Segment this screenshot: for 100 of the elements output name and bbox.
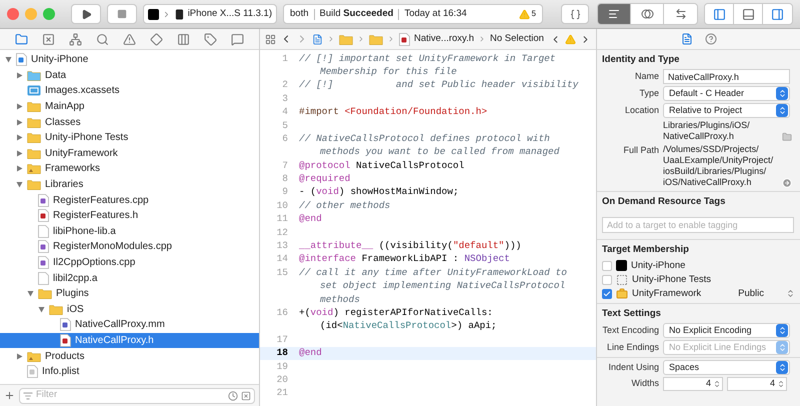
disclosure-triangle-icon[interactable] [5,56,12,64]
jump-bar-selection[interactable]: No Selection [490,32,544,46]
popup-button[interactable]: Relative to Project [663,103,790,118]
tree-item[interactable]: Libraries [0,176,259,192]
tree-item[interactable]: NativeCallProxy.h [0,332,259,348]
app-icon [616,260,627,272]
section-title: On Demand Resource Tags [601,195,726,210]
tree-item[interactable]: Products [0,348,259,364]
folder-icon [339,34,353,44]
issue-navigator-tab[interactable] [123,32,136,46]
file-icon [38,272,49,285]
help-inspector-tab[interactable] [704,33,716,45]
report-navigator-tab[interactable] [231,32,244,46]
filter-bar[interactable]: Filter [19,388,255,404]
popup-button[interactable]: No Explicit Encoding [663,323,790,338]
popup-button[interactable]: Default - C Header [663,86,790,102]
tree-item[interactable]: Il2CppOptions.cpp [0,254,259,270]
debug-navigator-tab[interactable] [177,32,190,46]
header-file-icon [38,209,49,222]
clear-icon[interactable] [241,390,251,400]
code-line: #import <Foundation/Foundation.h> [299,105,488,120]
symbol-navigator-tab[interactable] [69,32,82,46]
project-file-icon[interactable] [312,34,323,44]
tree-item[interactable]: libil2cpp.a [0,270,259,286]
run-button[interactable] [71,4,101,24]
filter-icon [23,390,33,400]
debug-area-toggle-button[interactable] [734,4,763,24]
width-stepper[interactable]: 4 [663,377,723,391]
disclosure-triangle-icon[interactable] [16,352,23,360]
tree-item[interactable]: Data [0,68,259,84]
updown-icon[interactable] [713,380,721,388]
field-label: Line Endings [606,340,659,354]
stepper-icon [776,324,788,337]
field-label: Indent Using [607,360,659,374]
tree-item[interactable]: RegisterFeatures.h [0,208,259,224]
source-file-icon [60,318,71,332]
tree-item[interactable]: MainApp [0,98,259,114]
popup-button[interactable]: Spaces [663,360,790,375]
related-items-icon[interactable] [265,34,276,44]
source-file-icon [38,194,49,207]
code-line: @end [299,346,322,360]
tags-field[interactable]: Add to a target to enable tagging [602,216,794,232]
stop-button[interactable] [107,4,137,24]
close-button[interactable] [7,8,19,20]
version-editor-button[interactable] [664,4,697,24]
header-visibility[interactable]: Public [738,286,764,301]
inspector-toggle-button[interactable] [763,4,792,24]
source-control-tab[interactable] [42,32,55,46]
disclosure-triangle-icon[interactable] [16,103,23,110]
assistant-editor-button[interactable] [631,4,664,24]
search-tab[interactable] [96,32,109,46]
breakpoint-navigator-tab[interactable] [204,32,217,46]
phone-icon [174,8,185,20]
disclosure-triangle-icon[interactable] [16,181,23,188]
library-button[interactable] [561,4,589,24]
disclosure-triangle-icon[interactable] [16,72,23,79]
tree-item[interactable]: Frameworks [0,161,259,177]
disclosure-triangle-icon[interactable] [16,165,23,172]
tree-item[interactable]: Classes [0,114,259,130]
tree-item[interactable]: NativeCallProxy.mm [0,317,259,333]
scheme-selector[interactable]: iPhone X...S 11.3.1) [143,4,277,24]
section-title: Text Settings [601,306,662,321]
disclosure-triangle-icon[interactable] [27,290,34,298]
tree-item[interactable]: RegisterMonoModules.cpp [0,239,259,255]
updown-icon[interactable] [786,289,795,298]
standard-editor-button[interactable] [598,4,631,24]
checkbox[interactable] [602,274,612,285]
tree-item[interactable]: Unity-iPhone Tests [0,130,259,146]
checkbox[interactable] [602,260,612,271]
clock-icon[interactable] [228,390,238,400]
tree-item[interactable]: libiPhone-lib.a [0,224,259,240]
tree-item[interactable]: iOS [0,302,259,318]
add-icon[interactable] [4,390,15,401]
disclosure-triangle-icon[interactable] [16,118,23,126]
tree-item[interactable]: RegisterFeatures.cpp [0,192,259,208]
disclosure-triangle-icon[interactable] [38,306,45,313]
updown-icon[interactable] [777,380,785,388]
disclosure-triangle-icon[interactable] [16,134,23,142]
arrows-icon [674,8,686,20]
disclosure-triangle-icon[interactable] [16,150,23,157]
field-label: Type [638,87,659,100]
tree-item[interactable]: Plugins [0,286,259,302]
checkbox[interactable] [602,288,612,299]
project-navigator-tab[interactable] [15,32,28,46]
navigator-toggle-button[interactable] [705,4,734,24]
file-inspector-tab[interactable] [680,33,692,45]
jump-bar-file[interactable]: Native...roxy.h [414,32,474,46]
line-number: 18 [276,347,288,358]
tree-item[interactable]: Images.xcassets [0,83,259,99]
tree-item[interactable]: Unity-iPhone [0,52,259,68]
line-number: 3 [282,92,288,104]
tree-item[interactable]: Info.plist [0,364,259,380]
code-line: set object implementing NativeCallsProtocol [320,279,566,294]
test-navigator-tab[interactable] [150,32,163,46]
folder-icon[interactable] [782,132,792,142]
build-status: Build Succeeded [320,6,394,21]
folder-icon [27,70,41,81]
width-stepper[interactable]: 4 [727,377,787,391]
tree-item[interactable]: UnityFramework [0,146,259,162]
name-field[interactable]: NativeCallProxy.h [663,69,790,84]
